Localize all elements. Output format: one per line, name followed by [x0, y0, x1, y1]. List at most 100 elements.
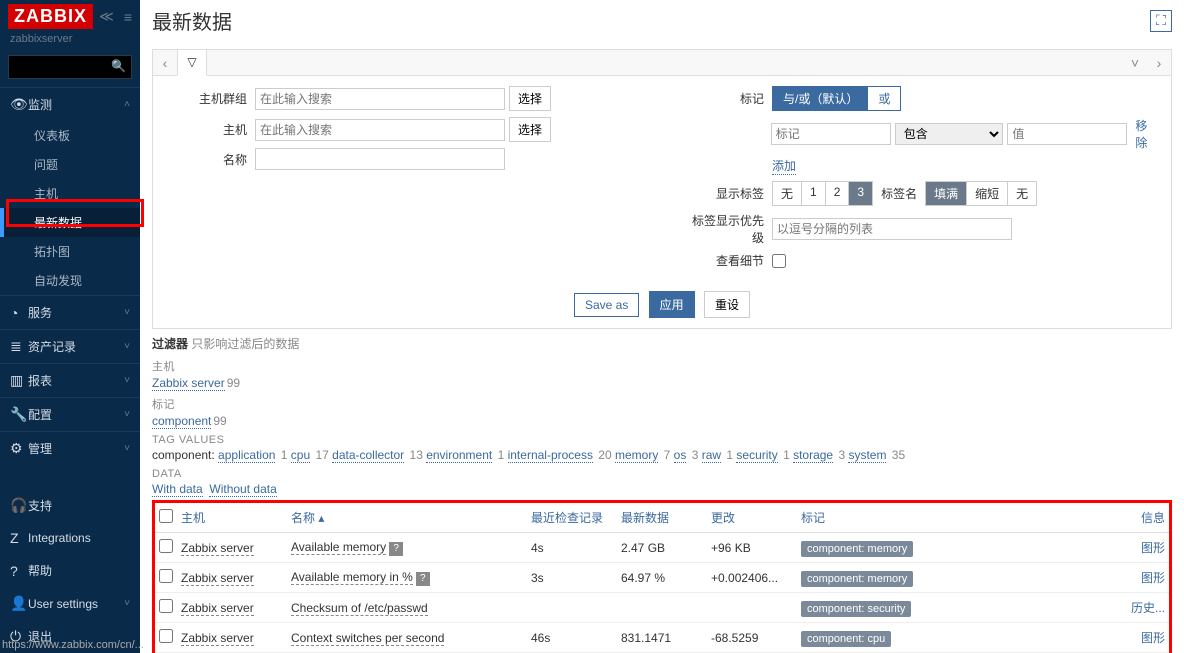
table-row: Zabbix server Context switches per second… — [154, 623, 1171, 653]
row-name[interactable]: Checksum of /etc/passwd — [291, 601, 428, 616]
help-icon[interactable]: ? — [389, 542, 403, 556]
sidebar-item-3[interactable]: 最新数据 — [0, 208, 140, 237]
host-select-button[interactable]: 选择 — [509, 117, 551, 142]
host-link[interactable]: Zabbix server — [152, 376, 225, 391]
fullscreen-button[interactable]: ⛶ — [1150, 10, 1172, 32]
filter-prev-icon[interactable]: ‹ — [153, 55, 177, 71]
tagvalue-link[interactable]: security — [736, 448, 777, 463]
nav-monitoring[interactable]: 👁 监测 ˄ — [0, 88, 140, 121]
priority-input[interactable] — [772, 218, 1012, 240]
col-tags: 标记 — [797, 502, 1121, 533]
user-icon: 👤 — [10, 595, 28, 612]
nav-support[interactable]: 🎧支持 — [0, 489, 140, 522]
tagvalue-link[interactable]: os — [674, 448, 687, 463]
row-host[interactable]: Zabbix server — [181, 571, 254, 586]
col-host[interactable]: 主机 — [181, 511, 205, 525]
nav-inventory[interactable]: ≣资产记录˅ — [0, 330, 140, 363]
sidebar-item-2[interactable]: 主机 — [0, 179, 140, 208]
col-name[interactable]: 名称 — [291, 511, 315, 525]
detail-label: 查看细节 — [682, 252, 772, 269]
tags-mode-toggle[interactable]: 与/或（默认）或 — [772, 86, 901, 111]
saveas-button[interactable]: Save as — [574, 293, 639, 317]
sidebar-item-4[interactable]: 拓扑图 — [0, 237, 140, 266]
filter-note: 只影响过滤后的数据 — [191, 337, 299, 351]
row-action[interactable]: 图形 — [1141, 541, 1165, 555]
row-host[interactable]: Zabbix server — [181, 631, 254, 646]
sidebar-item-0[interactable]: 仪表板 — [0, 121, 140, 150]
menu-icon[interactable]: ≡ — [124, 9, 132, 25]
row-name[interactable]: Available memory in % — [291, 570, 413, 585]
row-checkbox[interactable] — [159, 629, 173, 643]
nav-admin[interactable]: ⚙管理˅ — [0, 432, 140, 465]
tag-name-input[interactable] — [771, 123, 891, 145]
help-icon: ? — [10, 563, 28, 579]
tagvalue-link[interactable]: memory — [615, 448, 658, 463]
row-action[interactable]: 图形 — [1141, 571, 1165, 585]
data-table: 主机 名称 ▴ 最近检查记录 最新数据 更改 标记 信息 Zabbix serv… — [152, 500, 1172, 653]
tagvalue-link[interactable]: internal-process — [508, 448, 593, 463]
row-host[interactable]: Zabbix server — [181, 541, 254, 556]
filter-collapse-icon[interactable]: ˅ — [1123, 55, 1147, 71]
tagvalue-link[interactable]: raw — [702, 448, 721, 463]
showtags-label: 显示标签 — [682, 185, 772, 202]
name-input[interactable] — [255, 148, 505, 170]
name-label: 名称 — [165, 151, 255, 168]
collapse-icon[interactable]: ≪ — [99, 8, 114, 25]
tagvalue-link[interactable]: storage — [793, 448, 833, 463]
tagvalue-link[interactable]: environment — [426, 448, 492, 463]
tag-add-link[interactable]: 添加 — [772, 157, 796, 175]
col-change: 更改 — [707, 502, 797, 533]
selectall-checkbox[interactable] — [159, 509, 173, 523]
hostgroup-select-button[interactable]: 选择 — [509, 86, 551, 111]
row-checkbox[interactable] — [159, 539, 173, 553]
tagvalue-link[interactable]: system — [848, 448, 886, 463]
row-action[interactable]: 历史... — [1131, 601, 1165, 615]
tagvalue-link[interactable]: data-collector — [332, 448, 404, 463]
nav-integrations[interactable]: ZIntegrations — [0, 522, 140, 554]
footer-url: https://www.zabbix.com/cn/... — [2, 639, 144, 651]
nav-config[interactable]: 🔧配置˅ — [0, 398, 140, 431]
row-name[interactable]: Context switches per second — [291, 631, 444, 646]
nav-usersettings[interactable]: 👤User settings˅ — [0, 587, 140, 620]
row-checkbox[interactable] — [159, 599, 173, 613]
row-action[interactable]: 图形 — [1141, 631, 1165, 645]
tag-display-group[interactable]: 填满缩短无 — [925, 181, 1037, 206]
reset-button[interactable]: 重设 — [704, 291, 750, 318]
row-change: +0.002406... — [707, 563, 797, 593]
row-tag[interactable]: component: memory — [801, 541, 913, 557]
apply-button[interactable]: 应用 — [649, 291, 695, 318]
tagvalue-link[interactable]: application — [218, 448, 275, 463]
tag-count-group[interactable]: 无123 — [772, 181, 873, 206]
withoutdata-link[interactable]: Without data — [209, 482, 276, 497]
tag-remove-link[interactable]: 移除 — [1135, 117, 1159, 151]
row-tag[interactable]: component: memory — [801, 571, 913, 587]
row-tag[interactable]: component: security — [801, 601, 911, 617]
host-input[interactable] — [255, 119, 505, 141]
tag-section-hdr: 标记 — [152, 396, 1172, 412]
filter-tab[interactable]: ▽ — [177, 49, 207, 76]
detail-checkbox[interactable] — [772, 254, 786, 268]
nav-reports[interactable]: ▥报表˅ — [0, 364, 140, 397]
list-icon: ≣ — [10, 338, 28, 355]
sidebar-item-1[interactable]: 问题 — [0, 150, 140, 179]
help-icon[interactable]: ? — [416, 572, 430, 586]
gear-icon: ⚙ — [10, 440, 28, 457]
tag-link[interactable]: component — [152, 414, 211, 429]
row-checkbox[interactable] — [159, 569, 173, 583]
hostgroup-input[interactable] — [255, 88, 505, 110]
search-icon[interactable]: 🔍 — [111, 59, 126, 73]
row-tag[interactable]: component: cpu — [801, 631, 891, 647]
filter-next-icon[interactable]: › — [1147, 55, 1171, 71]
nav-services[interactable]: ◔服务˅ — [0, 296, 140, 329]
hostgroup-label: 主机群组 — [165, 90, 255, 107]
tagvalue-link[interactable]: cpu — [291, 448, 310, 463]
row-name[interactable]: Available memory — [291, 540, 386, 555]
tag-operator-select[interactable]: 包含 — [895, 123, 1004, 145]
logo: ZABBIX — [8, 4, 93, 29]
tag-value-input[interactable] — [1007, 123, 1127, 145]
row-host[interactable]: Zabbix server — [181, 601, 254, 616]
chevron-down-icon: ˅ — [124, 341, 130, 352]
sidebar-item-5[interactable]: 自动发现 — [0, 266, 140, 295]
withdata-link[interactable]: With data — [152, 482, 203, 497]
nav-help[interactable]: ?帮助 — [0, 554, 140, 587]
